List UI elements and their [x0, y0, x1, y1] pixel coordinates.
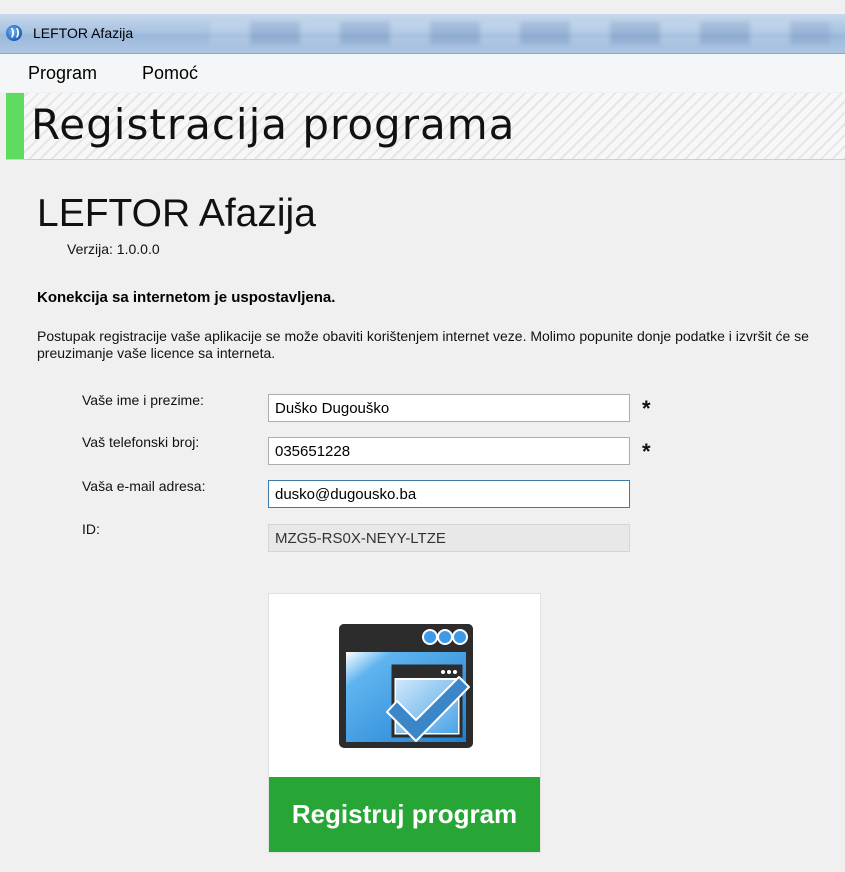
menu-help[interactable]: Pomoć [142, 63, 198, 84]
register-button-bar: Registruj program [269, 777, 540, 852]
name-required-mark: * [642, 396, 651, 421]
email-input[interactable] [268, 480, 630, 508]
id-label: ID: [82, 521, 100, 537]
id-field[interactable] [268, 524, 630, 552]
window-title: LEFTOR Afazija [33, 25, 134, 41]
version-label: Verzija: 1.0.0.0 [67, 241, 160, 257]
connection-status: Konekcija sa internetom je uspostavljena… [37, 289, 336, 306]
name-label: Vaše ime i prezime: [82, 392, 204, 408]
phone-label: Vaš telefonski broj: [82, 434, 200, 450]
window-checkmark-icon [269, 594, 540, 777]
register-button-label: Registruj program [291, 799, 518, 829]
menu-bar: Program Pomoć [0, 54, 845, 92]
header-accent-bar [6, 93, 24, 159]
registration-description: Postupak registracije vaše aplikacije se… [37, 328, 809, 361]
app-logo-icon: )) [6, 25, 22, 41]
phone-input[interactable] [268, 437, 630, 465]
phone-required-mark: * [642, 439, 651, 464]
app-window: )) LEFTOR Afazija Program Pomoć Registra… [0, 0, 845, 872]
register-button[interactable]: Registruj program [268, 593, 541, 853]
page-title: Registracija programa [31, 100, 516, 149]
app-name-heading: LEFTOR Afazija [37, 192, 316, 235]
name-input[interactable] [268, 394, 630, 422]
email-label: Vaša e-mail adresa: [82, 478, 206, 494]
menu-program[interactable]: Program [28, 63, 97, 84]
title-bar-background [210, 22, 830, 44]
title-bar[interactable]: )) LEFTOR Afazija [0, 14, 845, 54]
